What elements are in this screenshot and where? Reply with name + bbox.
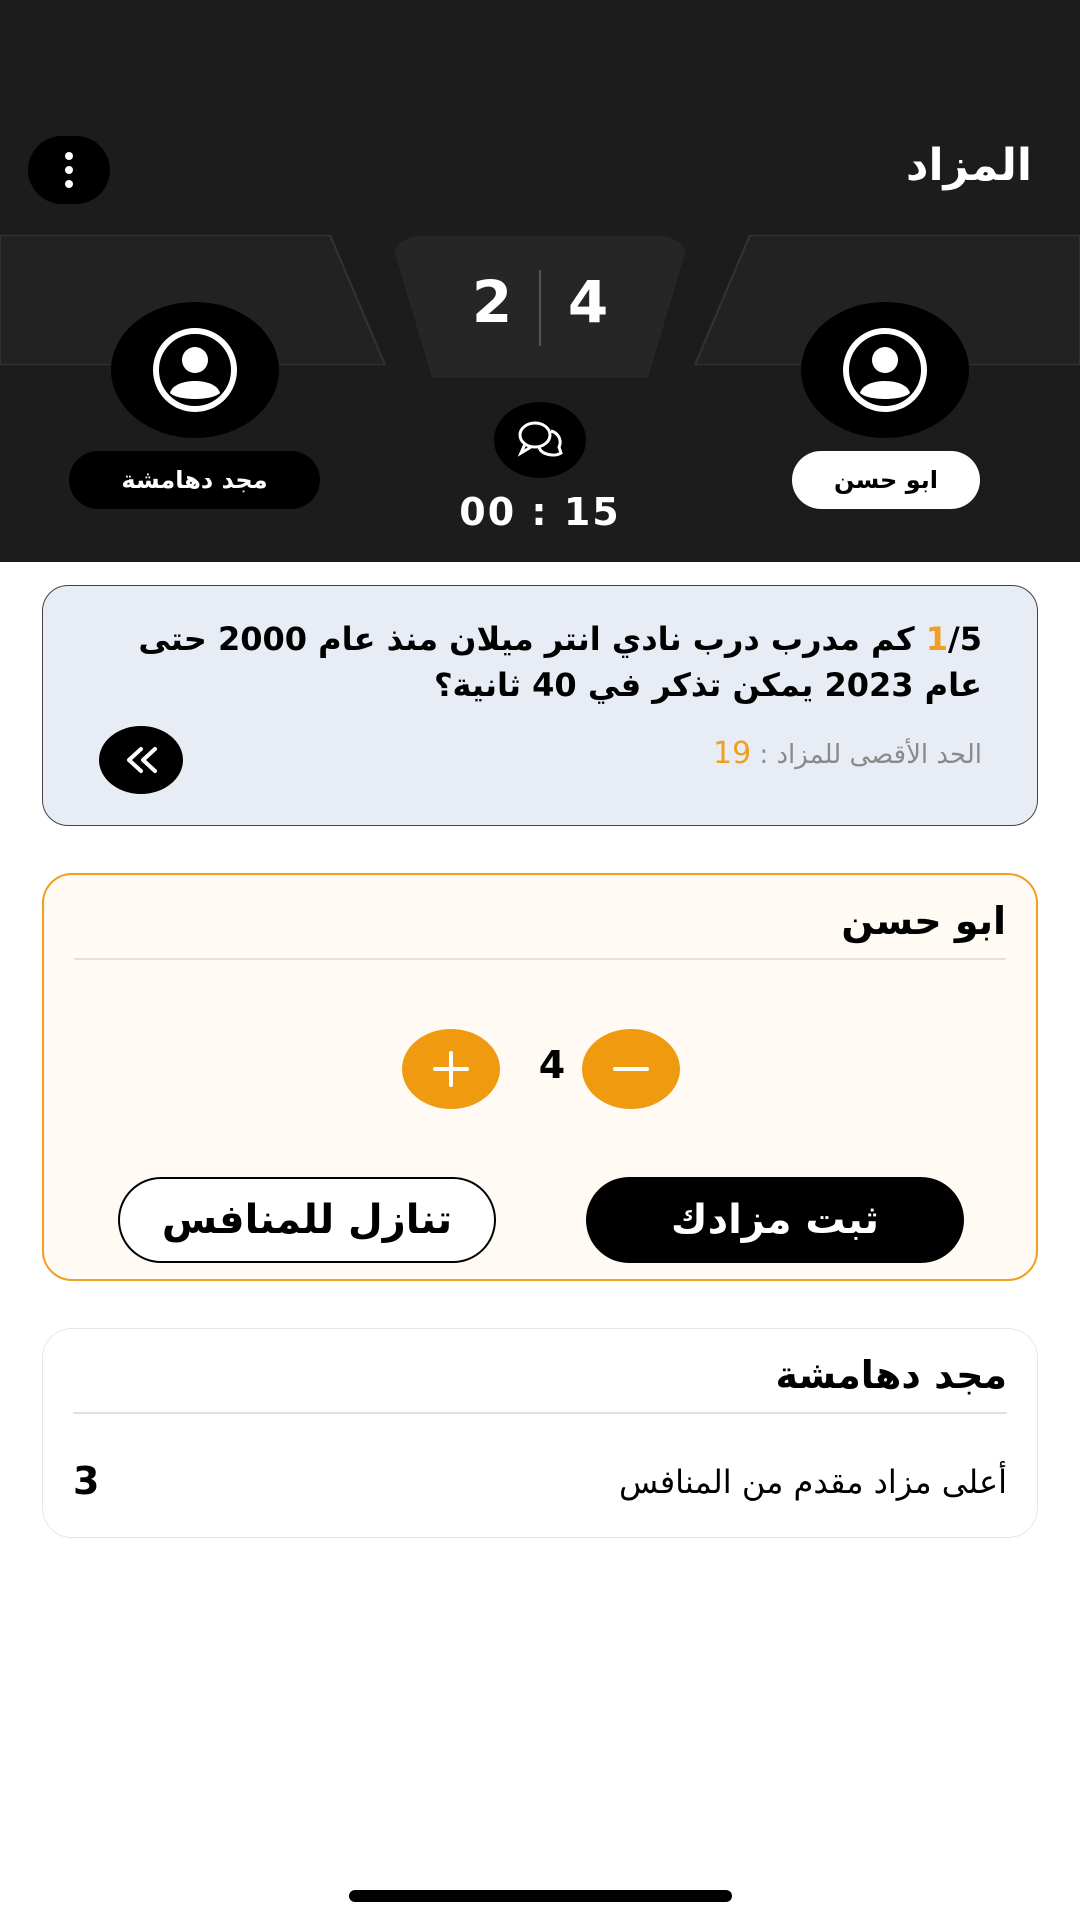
divider — [74, 958, 1006, 960]
confirm-bid-button[interactable]: ثبت مزادك — [586, 1177, 964, 1263]
countdown-timer: 00 : 15 — [459, 490, 621, 534]
user-icon — [843, 328, 927, 412]
minus-icon — [613, 1067, 649, 1071]
right-player-avatar — [801, 302, 969, 438]
next-question-button[interactable] — [99, 726, 183, 794]
plus-icon — [433, 1051, 469, 1087]
question-text: 1/5 كم مدرب درب نادي انتر ميلان منذ عام … — [102, 616, 982, 708]
max-bid-label: الحد الأقصى للمزاد : — [751, 740, 982, 770]
more-vertical-icon[interactable] — [28, 136, 110, 204]
page-title: المزاد — [905, 140, 1032, 191]
bid-card: ابو حسن 4 ثبت مزادك تنازل للمنافس — [42, 873, 1038, 1281]
divider — [73, 1412, 1007, 1414]
question-card: 1/5 كم مدرب درب نادي انتر ميلان منذ عام … — [42, 585, 1038, 826]
opponent-card-player-name: مجد دهامشة — [775, 1353, 1007, 1397]
chat-button[interactable] — [494, 402, 586, 478]
decrease-bid-button[interactable] — [582, 1029, 680, 1109]
user-icon — [153, 328, 237, 412]
question-total: /5 — [948, 620, 982, 658]
opponent-card: مجد دهامشة أعلى مزاد مقدم من المنافس 3 — [42, 1328, 1038, 1538]
bid-card-player-name: ابو حسن — [841, 899, 1006, 943]
opponent-highest-bid-label: أعلى مزاد مقدم من المنافس — [619, 1463, 1007, 1501]
chat-bubbles-icon — [517, 421, 563, 457]
increase-bid-button[interactable] — [402, 1029, 500, 1109]
right-player-name: ابو حسن — [792, 451, 980, 509]
score-divider — [539, 270, 541, 346]
app-header: المزاد 4 2 ابو حسن مجد دهامشة 00 : 15 — [0, 0, 1080, 562]
max-bid-value: 19 — [713, 736, 752, 771]
bid-value: 4 — [538, 1043, 566, 1087]
forfeit-button[interactable]: تنازل للمنافس — [118, 1177, 496, 1263]
question-number: 1 — [925, 620, 949, 658]
home-indicator[interactable] — [349, 1890, 732, 1902]
left-player-name: مجد دهامشة — [69, 451, 320, 509]
double-chevron-left-icon — [127, 747, 157, 773]
left-player-avatar — [111, 302, 279, 438]
left-player-score: 2 — [471, 268, 513, 336]
question-body: كم مدرب درب نادي انتر ميلان منذ عام 2000… — [138, 620, 982, 704]
max-bid-row: الحد الأقصى للمزاد : 19 — [713, 736, 982, 771]
right-player-score: 4 — [567, 268, 609, 336]
opponent-highest-bid-value: 3 — [73, 1459, 100, 1503]
